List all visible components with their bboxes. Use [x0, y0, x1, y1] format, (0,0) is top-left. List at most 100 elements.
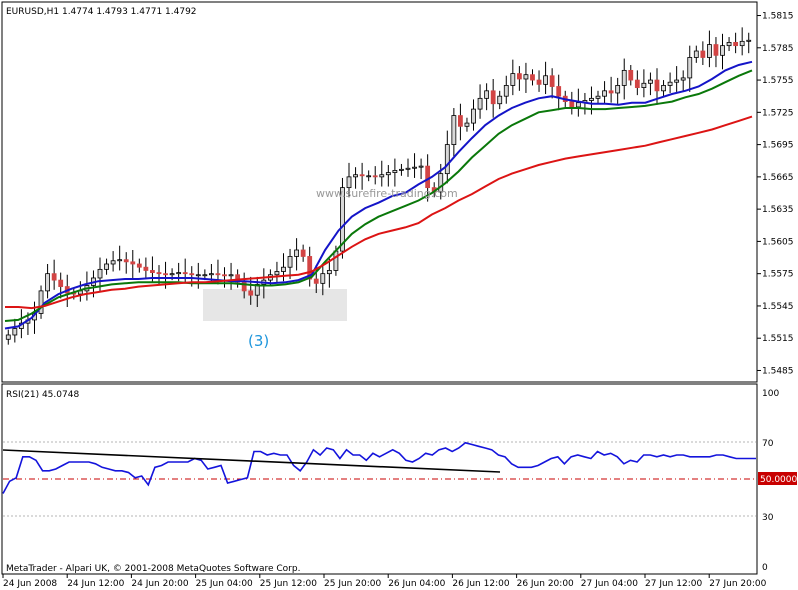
bull-candle [418, 165, 424, 168]
price-tick-label: 1.5665 [762, 173, 794, 183]
bear-candle [569, 101, 575, 108]
bull-candle [739, 40, 745, 47]
bull-candle [110, 260, 116, 265]
bull-candle [687, 57, 693, 79]
time-tick-label: 26 Jun 20:00 [517, 579, 574, 589]
time-tick-label: 24 Jun 12:00 [67, 579, 124, 589]
bear-candle [549, 75, 555, 87]
bear-candle [313, 278, 319, 284]
copyright-text: MetaTrader - Alpari UK, © 2001-2008 Meta… [6, 564, 300, 574]
bull-candle [726, 42, 732, 47]
bear-candle [700, 50, 706, 58]
price-tick-label: 1.5485 [762, 366, 794, 376]
bear-candle [136, 263, 142, 268]
price-tick-label: 1.5605 [762, 237, 794, 247]
watermark-text: www.surefire-trading.com [316, 187, 458, 200]
bear-candle [123, 259, 129, 263]
bear-candle [189, 273, 195, 276]
bull-candle [169, 273, 175, 276]
bear-candle [222, 274, 227, 277]
bear-candle [163, 273, 168, 276]
bear-candle [58, 279, 64, 287]
bear-candle [536, 79, 542, 85]
rsi-tick-100: 100 [762, 389, 779, 399]
rsi-header: RSI(21) 45.0748 [6, 390, 79, 400]
bull-candle [202, 274, 208, 277]
bull-candle [392, 170, 398, 173]
bear-candle [628, 69, 634, 81]
bull-candle [274, 271, 280, 276]
rsi-tick-30: 30 [762, 513, 774, 523]
bull-candle [667, 81, 673, 86]
bull-candle [575, 102, 581, 108]
bull-candle [543, 75, 548, 85]
bull-candle [444, 144, 450, 175]
price-tick-label: 1.5755 [762, 76, 794, 86]
bull-candle [621, 69, 627, 86]
bull-candle [477, 97, 483, 110]
bear-candle [516, 73, 522, 80]
bull-candle [510, 73, 516, 86]
bull-candle [281, 266, 286, 272]
bull-candle [412, 166, 417, 169]
time-tick-label: 25 Jun 20:00 [324, 579, 381, 589]
bull-candle [209, 273, 214, 276]
bull-candle [615, 85, 621, 94]
bull-candle [379, 174, 385, 178]
bull-candle [661, 85, 666, 92]
chart-header: EURUSD,H1 1.4774 1.4793 1.4771 1.4792 [6, 7, 197, 17]
bull-candle [366, 175, 372, 178]
bull-candle [648, 79, 653, 84]
bull-candle [602, 90, 607, 97]
bull-candle [471, 108, 476, 124]
bull-candle [399, 168, 404, 171]
rsi-tick-70: 70 [762, 439, 774, 449]
bear-candle [713, 44, 719, 56]
bull-candle [287, 256, 293, 268]
bull-candle [5, 334, 11, 340]
bear-candle [425, 165, 431, 189]
metatrader-chart-window[interactable]: EURUSD,H1 1.4774 1.4793 1.4771 1.4792 ww… [0, 0, 798, 590]
bull-candle [333, 250, 339, 271]
bear-candle [156, 272, 162, 275]
bear-candle [530, 74, 535, 81]
time-tick-label: 24 Jun 20:00 [131, 579, 188, 589]
bear-candle [143, 266, 149, 271]
bear-candle [654, 79, 660, 92]
price-tick-label: 1.5515 [762, 334, 794, 344]
bear-candle [490, 90, 496, 105]
bear-candle [300, 249, 306, 257]
time-tick-label: 26 Jun 04:00 [388, 579, 445, 589]
bear-candle [372, 175, 378, 178]
price-tick-label: 1.5635 [762, 205, 794, 215]
bull-candle [45, 273, 50, 292]
bull-candle [405, 167, 411, 170]
price-tick-label: 1.5815 [762, 12, 794, 22]
bear-candle [215, 273, 221, 276]
bull-candle [484, 90, 490, 99]
bear-candle [248, 290, 254, 296]
price-tick-label: 1.5785 [762, 44, 794, 54]
price-tick-label: 1.5695 [762, 141, 794, 151]
price-tick-label: 1.5575 [762, 270, 794, 280]
bull-candle [326, 270, 332, 275]
bull-candle [693, 50, 699, 58]
bull-candle [451, 115, 457, 145]
time-tick-label: 26 Jun 12:00 [452, 579, 509, 589]
bull-candle [595, 95, 601, 99]
bull-candle [195, 274, 201, 277]
bull-candle [674, 79, 680, 83]
price-tick-label: 1.5545 [762, 302, 794, 312]
bear-candle [150, 270, 155, 273]
time-tick-label: 27 Jun 20:00 [709, 579, 766, 589]
bear-candle [608, 90, 614, 94]
bear-candle [359, 174, 365, 177]
bull-candle [707, 44, 712, 58]
bear-candle [130, 261, 136, 265]
bull-candle [176, 272, 182, 275]
bear-candle [556, 86, 562, 97]
bull-candle [228, 274, 234, 277]
bear-candle [182, 272, 188, 275]
time-tick-label: 25 Jun 04:00 [196, 579, 253, 589]
time-tick-label: 27 Jun 12:00 [645, 579, 702, 589]
